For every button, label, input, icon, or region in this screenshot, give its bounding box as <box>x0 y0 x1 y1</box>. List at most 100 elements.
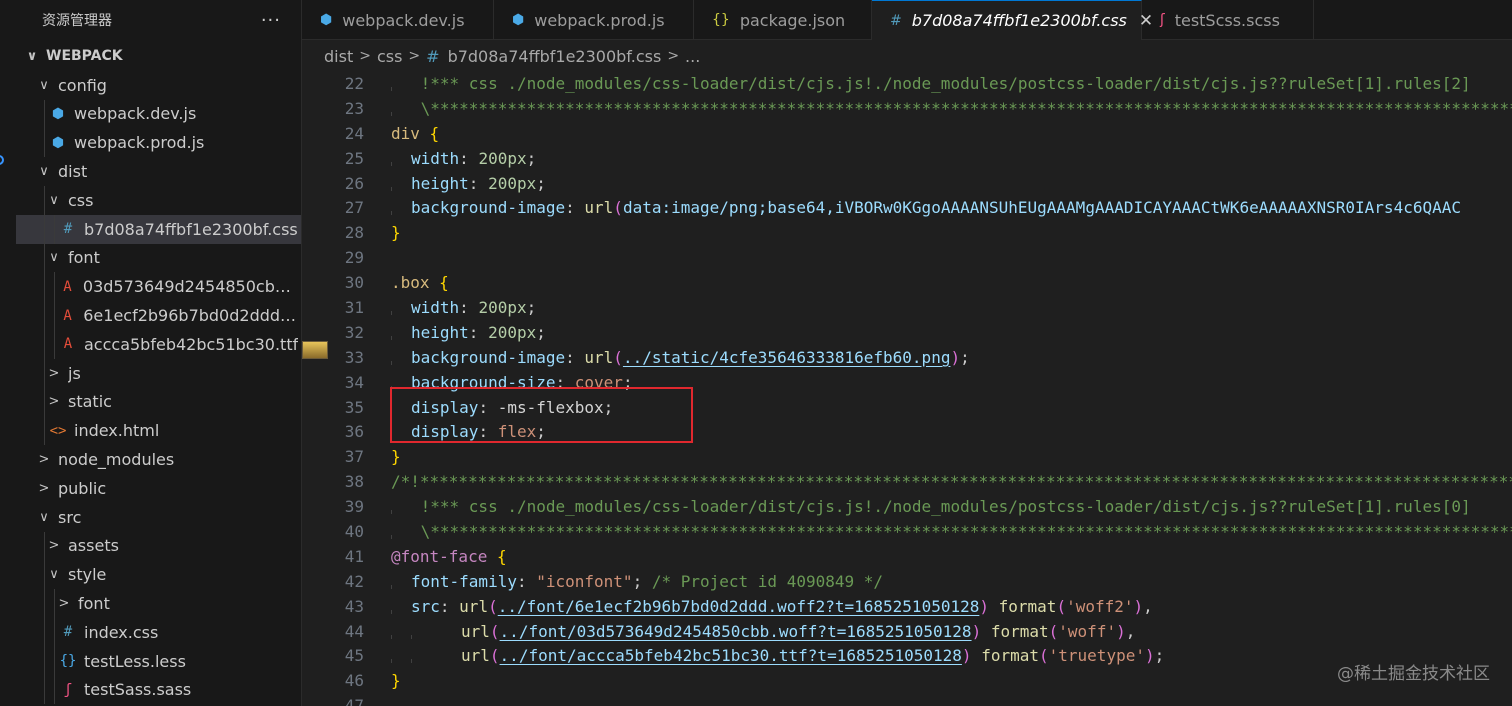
tree-item[interactable]: ⬢ webpack.prod.js <box>16 128 301 158</box>
tree-item[interactable]: {} testLess.less <box>16 646 301 676</box>
breadcrumb-css[interactable]: css <box>377 47 402 66</box>
tab-label: testScss.scss <box>1174 10 1280 30</box>
css-property: font-family <box>411 571 517 591</box>
tab-label: webpack.dev.js <box>342 10 465 30</box>
code-line-35: display: -ms-flexbox; <box>391 397 614 417</box>
chevron-down-icon[interactable]: ∨ <box>46 193 62 208</box>
editor-tab[interactable]: {} package.json <box>694 0 872 40</box>
indent-guide <box>44 185 45 215</box>
css-value: cover <box>574 372 623 392</box>
line-number: 43 <box>344 596 364 616</box>
code-line-42: font-family: "iconfont"; /* Project id 4… <box>391 571 884 591</box>
tree-item[interactable]: ∨ css <box>16 185 301 215</box>
tree-item[interactable]: > font <box>16 589 301 618</box>
tree-item[interactable]: A 6e1ecf2b96b7bd0d2ddd.w... <box>16 301 301 330</box>
tree-item[interactable]: # b7d08a74ffbf1e2300bf.css <box>16 214 301 244</box>
file-type-icon: # <box>890 12 902 29</box>
more-actions-icon[interactable]: ··· <box>261 10 281 31</box>
url-link[interactable]: ../font/accca5bfeb42bc51bc30.ttf?t=16852… <box>500 646 962 665</box>
indent-guide <box>44 329 45 359</box>
tree-item[interactable]: ∨ dist <box>16 157 301 186</box>
indent-guide <box>44 99 45 129</box>
indent-guide <box>54 589 55 618</box>
editor-tab[interactable]: ⬢ webpack.dev.js <box>302 0 494 40</box>
css-value: 200px <box>488 322 537 342</box>
url-link[interactable]: ../font/03d573649d2454850cbb.woff?t=1685… <box>500 622 972 641</box>
css-function: url <box>584 198 614 218</box>
explorer-sidebar: 资源管理器 ··· ∨ WEBPACK ∨ config ⬢ webpack.dev.js… <box>16 0 302 706</box>
tree-item-label: index.html <box>74 421 160 441</box>
breadcrumb: dist > css > # b7d08a74ffbf1e2300bf.css … <box>302 40 1512 72</box>
image-preview-icon[interactable] <box>302 341 328 359</box>
chevron-down-icon[interactable]: ∨ <box>24 49 40 64</box>
editor-tab[interactable]: # b7d08a74ffbf1e2300bf.css ✕ <box>872 0 1153 40</box>
file-type-icon: A <box>63 278 72 295</box>
indent-guide <box>44 243 45 273</box>
code-line-34: background-size: cover; <box>391 372 633 392</box>
css-file-icon: # <box>426 46 440 66</box>
css-property: src <box>411 596 440 616</box>
code-line-23: \***************************************… <box>391 97 1512 122</box>
chevron-down-icon[interactable]: ∨ <box>36 164 52 179</box>
chevron-down-icon[interactable]: ∨ <box>36 510 52 525</box>
chevron-down-icon[interactable]: ∨ <box>46 567 62 582</box>
chevron-down-icon[interactable]: ∨ <box>36 78 52 93</box>
tree-item[interactable]: # index.css <box>16 617 301 647</box>
tree-item[interactable]: > js <box>16 358 301 388</box>
breadcrumb-symbols[interactable]: ... <box>685 47 700 66</box>
tree-item[interactable]: A 03d573649d2454850cbb.w... <box>16 272 301 302</box>
code-line-24: div { <box>391 122 1512 147</box>
tree-item-label: testSass.sass <box>84 680 192 700</box>
line-number: 38 <box>344 472 364 492</box>
chevron-right-icon[interactable]: > <box>46 538 62 553</box>
line-number: 40 <box>344 522 364 542</box>
indent-guide <box>54 646 55 676</box>
css-property: background-image <box>411 198 566 218</box>
tree-item[interactable]: ∨ src <box>16 503 301 532</box>
tree-item[interactable]: ∨ font <box>16 243 301 273</box>
breadcrumb-file[interactable]: b7d08a74ffbf1e2300bf.css <box>448 47 662 66</box>
tree-item[interactable]: > public <box>16 474 301 503</box>
url-link[interactable]: ../static/4cfe35646333816efb60.png <box>623 348 951 367</box>
tree-item[interactable]: > static <box>16 387 301 417</box>
breadcrumb-dist[interactable]: dist <box>324 47 353 66</box>
chevron-right-icon[interactable]: > <box>36 452 52 467</box>
indent-guide <box>54 272 55 302</box>
tree-item-label: font <box>68 248 100 268</box>
tree-item[interactable]: > assets <box>16 531 301 561</box>
tree-item[interactable]: ⬢ webpack.dev.js <box>16 99 301 129</box>
chevron-right-icon[interactable]: > <box>36 481 52 496</box>
comment-text: !*** css ./node_modules/css-loader/dist/… <box>411 74 1471 93</box>
chevron-down-icon[interactable]: ∨ <box>46 250 62 265</box>
css-selector: .box <box>391 273 430 293</box>
tree-item-label: webpack.dev.js <box>74 104 197 124</box>
data-uri: data:image/png;base64,iVBORw0KGgoAAAANSU… <box>622 198 1461 218</box>
code-editor[interactable]: 22 23 24 25 26 27 28 29 30 31 32 33 34 35 36 37 38 39 40 41… <box>302 72 1512 706</box>
tree-item[interactable]: <> index.html <box>16 416 301 446</box>
editor-tab[interactable]: ⬢ webpack.prod.js <box>494 0 694 40</box>
tree-item[interactable]: Aaccca5bfeb42bc51bc30.ttf <box>16 329 301 359</box>
line-number: 22 <box>344 74 364 93</box>
indent-guide <box>44 358 45 388</box>
css-value: 200px <box>488 173 537 193</box>
file-type-icon: A <box>63 307 72 324</box>
chevron-right-icon[interactable]: > <box>46 366 62 381</box>
tree-item[interactable]: ∨ WEBPACK <box>16 42 301 71</box>
accounts-badge-icon[interactable] <box>0 155 4 165</box>
tree-item[interactable]: > node_modules <box>16 445 301 474</box>
url-link[interactable]: ../font/6e1ecf2b96b7bd0d2ddd.woff2?t=168… <box>498 597 980 616</box>
indent-guide <box>44 387 45 417</box>
chevron-right-icon[interactable]: > <box>56 596 72 611</box>
tree-item-label: public <box>58 478 107 498</box>
tree-item[interactable]: ∨ style <box>16 560 301 590</box>
tree-item-label: WEBPACK <box>46 48 123 65</box>
editor-tabs: ⬢ webpack.dev.js ⬢ webpack.prod.js {} package… <box>302 0 1512 40</box>
tree-item-label: config <box>58 75 107 95</box>
tree-item[interactable]: ʃ testSass.sass <box>16 675 301 705</box>
chevron-right-icon[interactable]: > <box>46 394 62 409</box>
css-property: background-size <box>411 372 556 392</box>
file-tree: ∨ WEBPACK ∨ config ⬢ webpack.dev.js ⬢ webpack.p… <box>16 42 301 705</box>
editor-tab[interactable]: ʃ testScss.scss <box>1142 0 1314 40</box>
tree-item[interactable]: ∨ config <box>16 71 301 100</box>
indent-guide <box>44 214 45 244</box>
